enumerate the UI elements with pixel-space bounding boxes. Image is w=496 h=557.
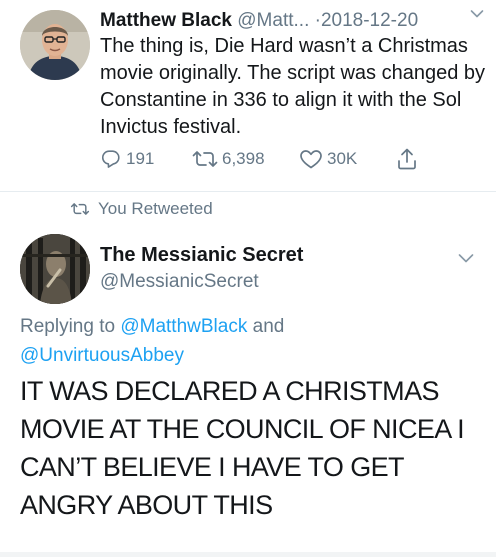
replying-prefix: Replying to [20, 316, 121, 337]
mention-unvirtuousabbey[interactable]: @UnvirtuousAbbey [20, 345, 184, 366]
author-handle[interactable]: @MessianicSecret [100, 269, 259, 295]
tweet-text: The thing is, Die Hard wasn’t a Christma… [100, 35, 485, 138]
like-icon [300, 150, 322, 169]
replying-and: and [247, 316, 285, 337]
avatar-photo [20, 234, 90, 304]
reply-icon [101, 150, 120, 168]
tweet-date[interactable]: 2018-12-20 [321, 10, 418, 31]
chevron-down-icon[interactable] [458, 253, 474, 264]
retweet-icon [192, 151, 218, 167]
retweet-context: You Retweeted [70, 197, 213, 221]
mention-matthwblack[interactable]: @MatthwBlack [120, 316, 247, 337]
avatar-matthew-black[interactable] [20, 10, 90, 80]
chevron-down-icon[interactable] [470, 9, 484, 19]
reply-count: 191 [126, 149, 155, 168]
author-name[interactable]: Matthew Black [100, 10, 232, 31]
tweet-actions: 191 6,398 30K [100, 146, 440, 172]
bottom-divider [0, 552, 496, 557]
like-count: 30K [327, 149, 358, 168]
tweet-header: Matthew Black @Matt... ·2018-12-20 [100, 8, 490, 34]
author-handle[interactable]: @Matt... [237, 10, 309, 31]
share-button[interactable] [396, 146, 418, 172]
tweet-divider [0, 191, 496, 192]
tweet-text: IT WAS DECLARED A CHRISTMAS MOVIE AT THE… [20, 376, 465, 520]
like-button[interactable]: 30K [299, 146, 357, 172]
retweet-count: 6,398 [222, 149, 265, 168]
tweet-thread: Matthew Black @Matt... ·2018-12-20 The t… [0, 0, 496, 557]
tweet-matthew-black[interactable]: Matthew Black @Matt... ·2018-12-20 The t… [0, 0, 496, 192]
avatar-messianic-secret[interactable] [20, 234, 90, 304]
retweet-context-label: You Retweeted [98, 199, 213, 218]
author-name[interactable]: The Messianic Secret [100, 242, 303, 268]
retweet-button[interactable]: 6,398 [192, 146, 265, 172]
retweet-icon [70, 203, 90, 215]
replying-to: Replying to @MatthwBlack and @Unvirtuous… [20, 312, 480, 370]
avatar-photo [20, 10, 90, 80]
reply-button[interactable]: 191 [100, 146, 154, 172]
share-icon [398, 148, 416, 170]
